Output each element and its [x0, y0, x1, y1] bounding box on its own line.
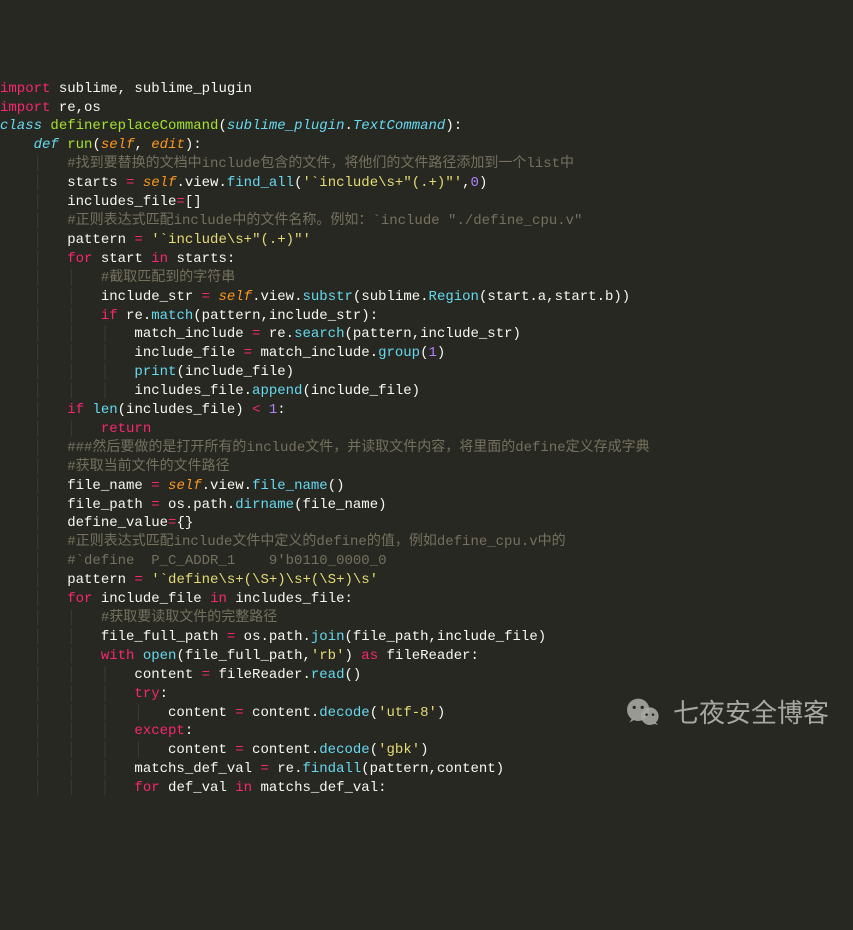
- code-line: │ #找到要替换的文档中include包含的文件，将他们的文件路径添加到一个li…: [0, 155, 853, 174]
- code-line: import sublime, sublime_plugin: [0, 80, 853, 99]
- code-line: │ #获取当前文件的文件路径: [0, 458, 853, 477]
- code-line: │ │ │ │ content = content.decode('gbk'): [0, 741, 853, 760]
- code-line: │ define_value={}: [0, 514, 853, 533]
- code-line: │ │ │ print(include_file): [0, 363, 853, 382]
- code-line: │ │ │ includes_file.append(include_file): [0, 382, 853, 401]
- code-line: │ pattern = '`include\s+"(.+)"': [0, 231, 853, 250]
- code-line: │ │ #获取要读取文件的完整路径: [0, 609, 853, 628]
- code-line: │ #正则表达式匹配include中的文件名称。例如：`include "./d…: [0, 212, 853, 231]
- code-block: import sublime, sublime_pluginimport re,…: [0, 80, 853, 798]
- code-line: │ │ │ match_include = re.search(pattern,…: [0, 325, 853, 344]
- code-line: │ │ with open(file_full_path,'rb') as fi…: [0, 647, 853, 666]
- code-line: class definereplaceCommand(sublime_plugi…: [0, 117, 853, 136]
- code-line: │ │ include_str = self.view.substr(subli…: [0, 288, 853, 307]
- code-line: │ │ return: [0, 420, 853, 439]
- code-line: │ │ #截取匹配到的字符串: [0, 269, 853, 288]
- code-line: │ pattern = '`define\s+(\S+)\s+(\S+)\s': [0, 571, 853, 590]
- code-line: │ #正则表达式匹配include文件中定义的define的值，例如define…: [0, 533, 853, 552]
- code-line: │ │ │ content = fileReader.read(): [0, 666, 853, 685]
- code-line: │ │ │ for def_val in matchs_def_val:: [0, 779, 853, 798]
- code-line: │ file_path = os.path.dirname(file_name): [0, 496, 853, 515]
- code-line: │ ###然后要做的是打开所有的include文件，并读取文件内容，将里面的de…: [0, 439, 853, 458]
- code-line: │ for include_file in includes_file:: [0, 590, 853, 609]
- code-line: │ file_name = self.view.file_name(): [0, 477, 853, 496]
- code-line: │ includes_file=[]: [0, 193, 853, 212]
- code-line: │ │ if re.match(pattern,include_str):: [0, 307, 853, 326]
- code-line: │ │ file_full_path = os.path.join(file_p…: [0, 628, 853, 647]
- code-line: │ │ │ matchs_def_val = re.findall(patter…: [0, 760, 853, 779]
- code-line: import re,os: [0, 99, 853, 118]
- wechat-icon: [623, 693, 663, 734]
- code-line: │ if len(includes_file) < 1:: [0, 401, 853, 420]
- wechat-watermark: 七夜安全博客: [623, 693, 829, 734]
- watermark-text: 七夜安全博客: [673, 704, 829, 723]
- code-line: │ starts = self.view.find_all('`include\…: [0, 174, 853, 193]
- code-line: │ │ │ include_file = match_include.group…: [0, 344, 853, 363]
- code-line: def run(self, edit):: [0, 136, 853, 155]
- code-line: │ for start in starts:: [0, 250, 853, 269]
- code-line: │ #`define P_C_ADDR_1 9'b0110_0000_0: [0, 552, 853, 571]
